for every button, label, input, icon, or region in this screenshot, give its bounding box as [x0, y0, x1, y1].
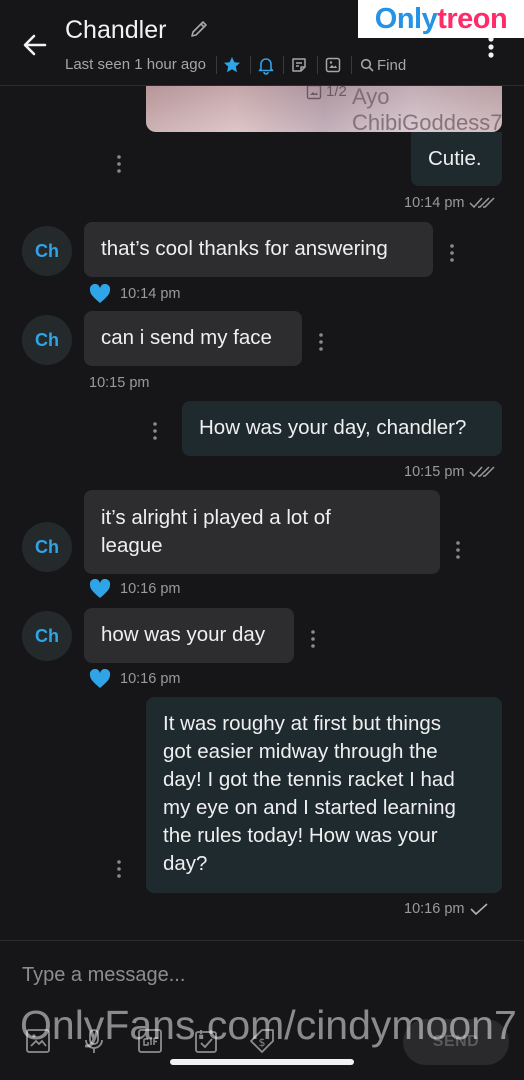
avatar[interactable]: Ch — [22, 315, 72, 365]
home-indicator[interactable] — [170, 1059, 354, 1065]
note-icon[interactable] — [289, 55, 309, 75]
watermark-text: OnlyFans.com/cindymoon7 — [20, 1002, 517, 1048]
heart-icon[interactable] — [89, 284, 111, 304]
heart-icon[interactable] — [89, 669, 111, 689]
heart-icon[interactable] — [89, 579, 111, 599]
find-label: Find — [377, 56, 407, 74]
message-text-line: day? — [163, 852, 208, 875]
message-time: 10:16 pm — [404, 901, 465, 917]
avatar[interactable]: Ch — [22, 611, 72, 661]
message-options-icon[interactable] — [309, 629, 317, 649]
message-meta: 10:16 pm — [89, 579, 180, 599]
message-options-icon[interactable] — [115, 154, 123, 174]
message-text-line: it’s alright i played a lot of — [101, 506, 331, 529]
divider — [283, 56, 284, 74]
last-seen-status: Last seen 1 hour ago — [65, 56, 206, 73]
divider — [317, 56, 318, 74]
message-meta: 10:15 pm — [404, 464, 495, 480]
message-text-line: my eye on and I started learning — [163, 796, 456, 819]
contact-name[interactable]: Chandler — [65, 16, 166, 45]
message-text-line: day! I got the tennis racket I had — [163, 768, 455, 791]
message-text: Cutie. — [428, 147, 482, 170]
message-time: 10:16 pm — [120, 671, 181, 687]
check-icon — [470, 903, 489, 916]
message-bubble-incoming[interactable]: that’s cool thanks for answering — [84, 222, 433, 277]
double-check-icon — [469, 197, 495, 209]
watermark-logo: Only treon — [358, 0, 524, 38]
message-time: 10:15 pm — [404, 464, 465, 480]
message-bubble-outgoing[interactable]: How was your day, chandler? — [182, 401, 502, 456]
message-time: 10:14 pm — [120, 286, 181, 302]
message-options-icon[interactable] — [151, 421, 159, 441]
image-icon — [306, 86, 322, 99]
media-attachment-photo[interactable]: 1/2 Ayo ChibiGoddess7 — [146, 86, 502, 132]
message-text: how was your day — [101, 623, 266, 646]
message-text-line: got easier midway through the — [163, 740, 438, 763]
message-options-icon[interactable] — [448, 243, 456, 263]
chat-header: Chandler Last seen 1 hour ago Find Only t… — [0, 0, 524, 86]
search-icon — [360, 58, 374, 72]
message-time: 10:16 pm — [120, 581, 181, 597]
message-meta: 10:16 pm — [89, 669, 180, 689]
bell-icon[interactable] — [256, 55, 276, 75]
message-time: 10:15 pm — [89, 375, 150, 391]
image-gallery-icon[interactable] — [323, 55, 343, 75]
message-text-line: the rules today! How was your — [163, 824, 438, 847]
photo-watermark-handle: Ayo ChibiGoddess7 — [352, 86, 502, 132]
pencil-icon[interactable] — [188, 18, 210, 40]
message-meta: 10:16 pm — [404, 901, 489, 917]
message-text: that’s cool thanks for answering — [101, 237, 388, 260]
message-time: 10:14 pm — [404, 195, 465, 211]
message-text: can i send my face — [101, 326, 272, 349]
message-text-line: It was roughy at first but things — [163, 712, 442, 735]
star-icon[interactable] — [222, 55, 242, 75]
message-options-icon[interactable] — [317, 332, 325, 352]
avatar[interactable]: Ch — [22, 226, 72, 276]
divider — [216, 56, 217, 74]
message-text: How was your day, chandler? — [199, 416, 467, 439]
message-bubble-incoming[interactable]: can i send my face — [84, 311, 302, 366]
message-bubble-outgoing[interactable]: It was roughy at first but things got ea… — [146, 697, 502, 893]
message-input[interactable] — [22, 959, 492, 991]
message-meta: 10:14 pm — [89, 284, 180, 304]
media-counter: 1/2 — [306, 86, 347, 100]
message-meta: 10:15 pm — [89, 375, 149, 391]
message-bubble-incoming[interactable]: how was your day — [84, 608, 294, 663]
divider — [250, 56, 251, 74]
message-bubble-incoming[interactable]: it’s alright i played a lot of league — [84, 490, 440, 574]
avatar[interactable]: Ch — [22, 522, 72, 572]
divider — [351, 56, 352, 74]
message-list[interactable]: 1/2 Ayo ChibiGoddess7 Cutie. 10:14 pm Ch… — [0, 86, 524, 940]
double-check-icon — [469, 466, 495, 478]
message-text-line: league — [101, 534, 163, 557]
message-meta: 10:14 pm — [404, 195, 495, 211]
back-arrow-icon[interactable] — [18, 28, 52, 62]
message-bubble-outgoing[interactable]: Cutie. — [411, 132, 502, 186]
find-button[interactable]: Find — [360, 55, 406, 75]
message-options-icon[interactable] — [115, 859, 123, 879]
message-options-icon[interactable] — [454, 540, 462, 560]
